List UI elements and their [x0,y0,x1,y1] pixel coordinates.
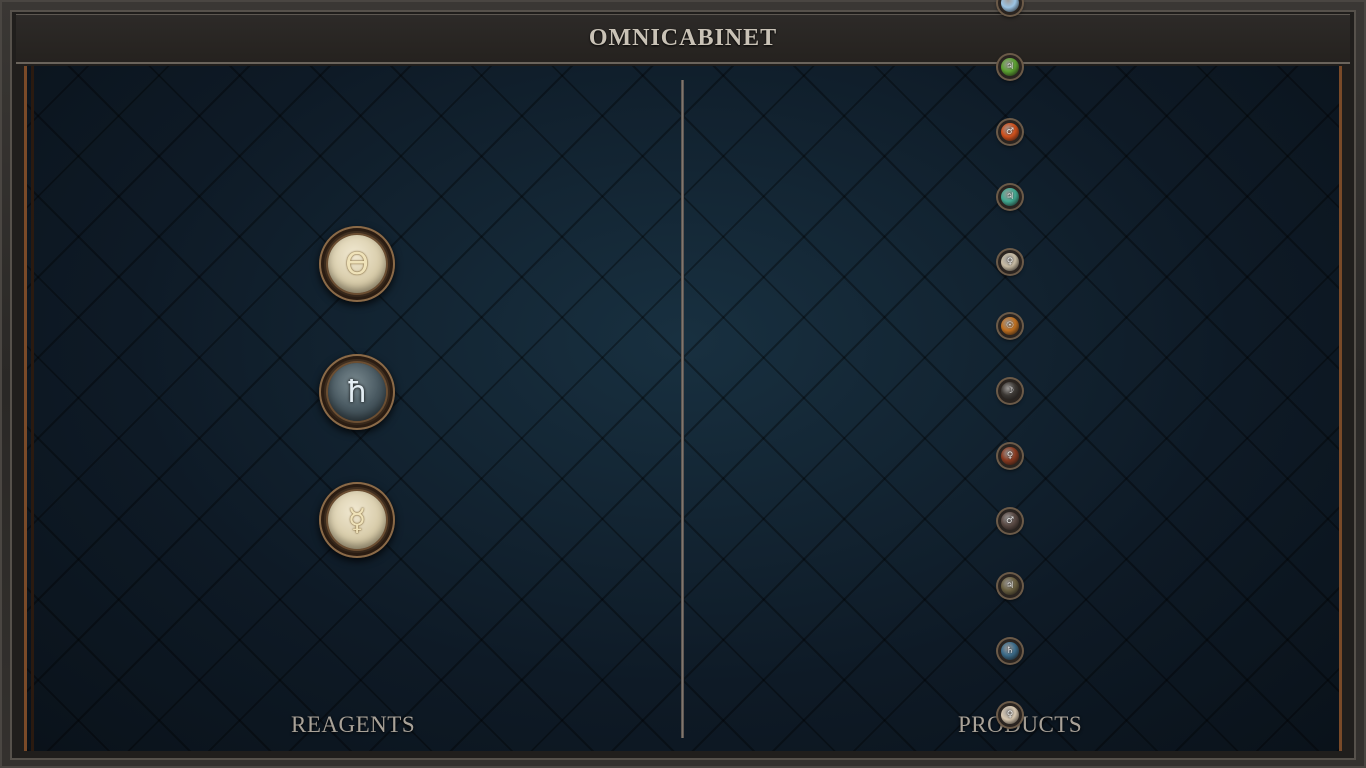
product-slot-6[interactable]: ☉ [998,314,1022,338]
product-slot-9[interactable]: ♂ [998,509,1022,533]
blue-gem-icon [1001,0,1019,12]
product-slot-11[interactable]: ♄ [998,639,1022,663]
ivory-gem-icon: ♀ [1001,706,1019,724]
product-slot-10[interactable]: ♃ [998,574,1022,598]
saturn-reagent-icon: ħ [328,363,386,421]
teal-gem-icon: ♃ [1001,188,1019,206]
green-gem-icon: ♃ [1001,58,1019,76]
section-divider [681,80,684,738]
reagents-label: REAGENTS [291,712,416,737]
orange-gem-icon: ☉ [1001,317,1019,335]
pale-gem-icon: ♀ [1001,253,1019,271]
olive-gem-icon: ♃ [1001,577,1019,595]
reagent-slot-3[interactable]: ☿ [319,482,395,558]
dark-gem-icon: ☽ [1001,382,1019,400]
product-slot-12[interactable]: ♀ [998,703,1022,727]
brown-gem-icon: ♂ [1001,512,1019,530]
mercury-reagent-icon: ☿ [328,491,386,549]
window-title: OMNICABINET [588,25,778,51]
rust-gem-icon: ♀ [1001,447,1019,465]
steel-gem-icon: ♄ [1001,642,1019,660]
red-gem-icon: ♂ [1001,123,1019,141]
product-slot-3[interactable]: ♂ [998,120,1022,144]
reagent-slot-2[interactable]: ħ [319,354,395,430]
product-slot-5[interactable]: ♀ [998,250,1022,274]
product-slot-8[interactable]: ♀ [998,444,1022,468]
title-bar: OMNICABINET [16,14,1350,64]
reagent-slot-1[interactable]: ϴ [319,226,395,302]
product-slot-7[interactable]: ☽ [998,379,1022,403]
product-slot-4[interactable]: ♃ [998,185,1022,209]
theta-reagent-icon: ϴ [328,235,386,293]
product-slot-2[interactable]: ♃ [998,55,1022,79]
